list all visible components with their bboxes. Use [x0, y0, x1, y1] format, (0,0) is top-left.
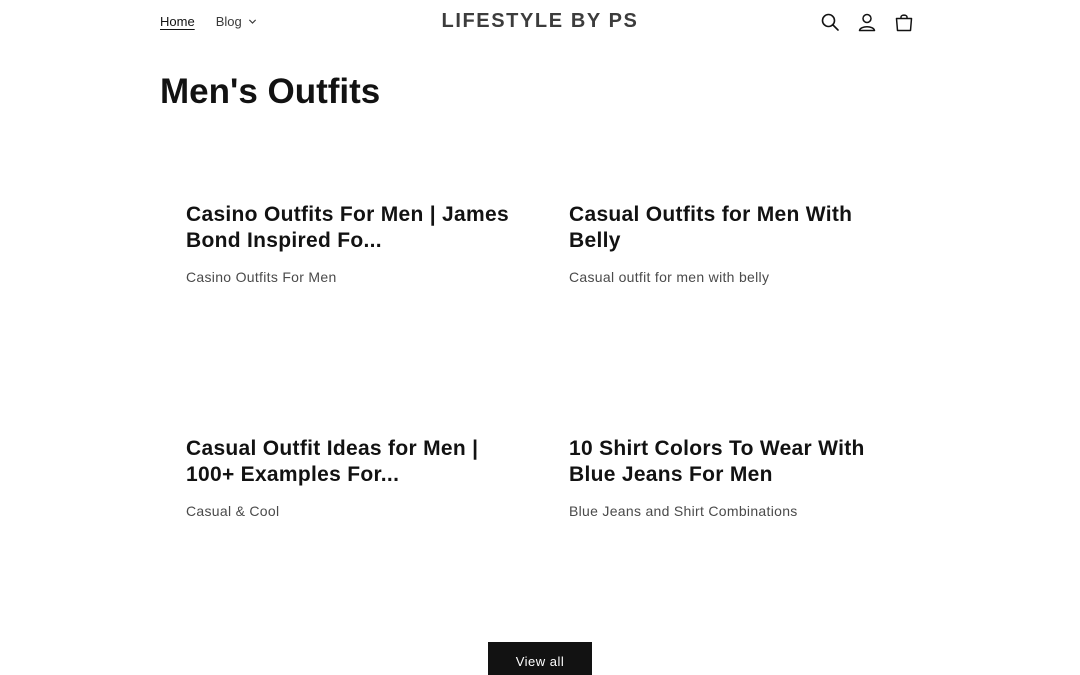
article-excerpt: Casual & Cool	[186, 503, 280, 519]
page-title: Men's Outfits	[160, 72, 381, 111]
article-card[interactable]: Casual Outfits for Men With Belly Casual…	[569, 202, 909, 285]
article-title[interactable]: Casual Outfits for Men With Belly	[569, 202, 909, 254]
site-logo[interactable]: LIFESTYLE BY PS	[0, 10, 1080, 33]
article-card[interactable]: Casual Outfit Ideas for Men | 100+ Examp…	[186, 436, 526, 519]
cart-button[interactable]	[892, 10, 916, 34]
article-excerpt: Casino Outfits For Men	[186, 269, 337, 285]
view-all-label: View all	[515, 653, 565, 669]
view-all-button[interactable]: View all	[488, 642, 592, 675]
search-icon	[821, 13, 839, 31]
account-button[interactable]	[855, 10, 879, 34]
article-card[interactable]: Casino Outfits For Men | James Bond Insp…	[186, 202, 526, 285]
article-title[interactable]: Casino Outfits For Men | James Bond Insp…	[186, 202, 526, 254]
article-title[interactable]: 10 Shirt Colors To Wear With Blue Jeans …	[569, 436, 909, 488]
search-button[interactable]	[818, 10, 842, 34]
site-header: Home Blog LIFESTYLE BY PS	[0, 0, 1080, 44]
article-excerpt: Casual outfit for men with belly	[569, 269, 770, 285]
article-excerpt: Blue Jeans and Shirt Combinations	[569, 503, 798, 519]
cart-icon	[895, 14, 913, 32]
article-card[interactable]: 10 Shirt Colors To Wear With Blue Jeans …	[569, 436, 909, 519]
article-title[interactable]: Casual Outfit Ideas for Men | 100+ Examp…	[186, 436, 526, 488]
account-icon	[858, 13, 876, 32]
header-icons	[818, 10, 916, 34]
